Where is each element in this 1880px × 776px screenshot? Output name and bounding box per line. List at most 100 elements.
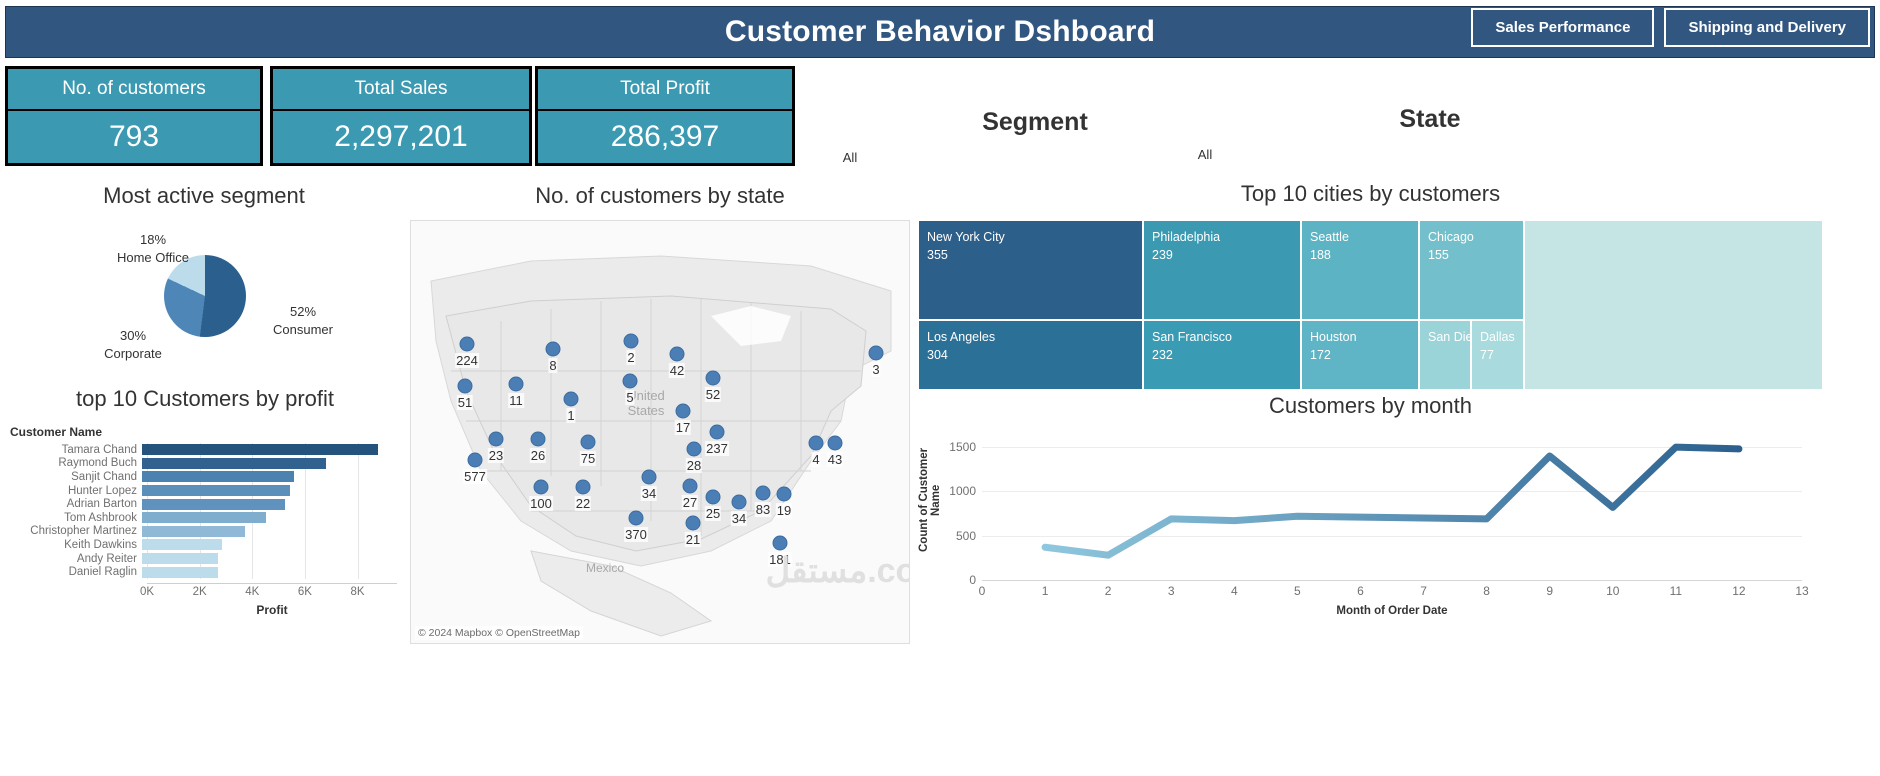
treemap-tile-label: Los Angeles [927, 330, 996, 344]
bar-chart-row[interactable]: Raymond Buch [10, 457, 405, 471]
map-data-point[interactable] [682, 478, 698, 494]
map-data-point[interactable] [685, 515, 701, 531]
nav-button-shipping-and-delivery[interactable]: Shipping and Delivery [1664, 8, 1870, 47]
map-data-point[interactable] [457, 378, 473, 394]
bar-chart-row[interactable]: Adrian Barton [10, 497, 405, 511]
map-data-point[interactable] [545, 341, 561, 357]
line-chart-y-ticks: 0 500 1000 1500 [936, 425, 980, 587]
bar-row-label: Christopher Martinez [30, 525, 137, 538]
map-data-point[interactable] [488, 431, 504, 447]
treemap-tile[interactable]: Houston 172 [1301, 320, 1419, 390]
bar-row-fill[interactable] [142, 444, 379, 456]
bar-row-fill[interactable] [142, 566, 218, 578]
header-nav-buttons: Sales Performance Shipping and Delivery [1471, 8, 1870, 47]
map-data-point[interactable] [868, 345, 884, 361]
bar-row-fill[interactable] [142, 539, 222, 551]
treemap-tile[interactable]: Philadelphia 239 [1143, 220, 1301, 320]
bar-row-fill[interactable] [142, 471, 294, 483]
map-data-point[interactable] [669, 346, 685, 362]
line-chart-plot[interactable] [982, 425, 1802, 580]
map-data-point[interactable] [705, 489, 721, 505]
bar-chart-row[interactable]: Hunter Lopez [10, 484, 405, 498]
filter-state-title: State [1399, 105, 1461, 133]
bar-row-fill[interactable] [142, 498, 286, 510]
line-chart-title: Customers by month [1269, 393, 1472, 418]
map-data-point[interactable] [563, 391, 579, 407]
map-background [411, 221, 909, 643]
dashboard-root: Customer Behavior Dshboard Sales Perform… [0, 0, 1880, 776]
bar-row-fill[interactable] [142, 525, 245, 537]
treemap-tile[interactable]: Dallas 77 [1471, 320, 1524, 390]
map-data-label: 19 [775, 503, 793, 518]
map-data-point[interactable] [508, 376, 524, 392]
treemap-tile[interactable] [1524, 220, 1823, 390]
filter-state-value[interactable]: All [1175, 147, 1235, 162]
treemap-chart[interactable]: New York City 355 Los Angeles 304 Philadelph… [918, 220, 1823, 390]
treemap-tile[interactable]: San Diego [1419, 320, 1471, 390]
treemap-tile[interactable]: San Francisco 232 [1143, 320, 1301, 390]
map-data-point[interactable] [459, 336, 475, 352]
bar-row-fill[interactable] [142, 457, 326, 469]
bar-chart[interactable]: Customer Name Tamara Chand Raymond Buch Sa… [10, 425, 405, 640]
nav-button-sales-performance[interactable]: Sales Performance [1471, 8, 1655, 47]
map-data-point[interactable] [755, 485, 771, 501]
map-data-point[interactable] [705, 370, 721, 386]
treemap-tile[interactable]: New York City 355 [918, 220, 1143, 320]
line-chart-x-tick: 4 [1230, 584, 1238, 598]
map-data-point[interactable] [623, 333, 639, 349]
pie-chart[interactable]: 18% Home Office 30% Corporate 52% Consum… [0, 215, 408, 380]
bar-chart-row[interactable]: Christopher Martinez [10, 525, 405, 539]
line-chart[interactable]: Count of Customer Name 0 500 1000 1500 0123… [918, 425, 1823, 640]
kpi-card-total-sales[interactable]: Total Sales 2,297,201 [270, 66, 532, 166]
kpi-card-total-profit[interactable]: Total Profit 286,397 [535, 66, 795, 166]
map-panel[interactable]: United States Mexico 224 8 2 42 3 51 11 5 52 1 17 2… [410, 220, 910, 644]
line-chart-x-tick: 12 [1732, 584, 1746, 598]
bar-chart-row[interactable]: Andy Reiter [10, 552, 405, 566]
map-data-point[interactable] [827, 435, 843, 451]
map-data-label: 75 [579, 451, 597, 466]
bar-row-track [142, 525, 392, 537]
bar-chart-axis-title: Customer Name [10, 425, 103, 439]
line-chart-series[interactable] [982, 425, 1802, 580]
map-data-point[interactable] [731, 494, 747, 510]
treemap-tile-value: 188 [1310, 248, 1331, 263]
pie-label-consumer: 52% Consumer [248, 303, 358, 338]
treemap-tile[interactable]: Los Angeles 304 [918, 320, 1143, 390]
map-data-point[interactable] [675, 403, 691, 419]
bar-row-fill[interactable] [142, 553, 218, 565]
filter-segment-value[interactable]: All [820, 150, 880, 165]
bar-chart-row[interactable]: Daniel Raglin [10, 565, 405, 579]
map-data-point[interactable] [772, 535, 788, 551]
map-data-point[interactable] [686, 441, 702, 457]
treemap-tile-label: Seattle [1310, 230, 1349, 244]
pie-label-name: Home Office [116, 249, 189, 265]
bar-chart-row[interactable]: Tom Ashbrook [10, 511, 405, 525]
map-landmass [411, 221, 909, 643]
line-chart-y-tick: 1500 [949, 440, 976, 455]
map-data-point[interactable] [530, 431, 546, 447]
map-data-point[interactable] [580, 434, 596, 450]
map-data-point[interactable] [467, 452, 483, 468]
bar-chart-row[interactable]: Sanjit Chand [10, 470, 405, 484]
bar-chart-row[interactable]: Keith Dawkins [10, 538, 405, 552]
map-data-point[interactable] [709, 424, 725, 440]
map-data-point[interactable] [575, 479, 591, 495]
map-data-point[interactable] [628, 510, 644, 526]
map-data-point[interactable] [808, 435, 824, 451]
map-data-label: 34 [640, 486, 658, 501]
page-title: Customer Behavior Dshboard [724, 15, 1156, 48]
treemap-tile[interactable]: Chicago 155 [1419, 220, 1524, 320]
kpi-card-customers[interactable]: No. of customers 793 [5, 66, 263, 166]
line-chart-y-tick: 500 [955, 528, 976, 543]
map-data-point[interactable] [776, 486, 792, 502]
map-data-point[interactable] [622, 373, 638, 389]
map-data-point[interactable] [641, 469, 657, 485]
treemap-tile[interactable]: Seattle 188 [1301, 220, 1419, 320]
map-data-label: 181 [768, 552, 792, 567]
bar-chart-row[interactable]: Tamara Chand [10, 443, 405, 457]
pie-chart-graphic[interactable] [164, 255, 246, 337]
bar-row-fill[interactable] [142, 512, 266, 524]
map-data-point[interactable] [533, 479, 549, 495]
line-chart-x-tick: 0 [978, 584, 986, 598]
bar-row-fill[interactable] [142, 485, 290, 497]
